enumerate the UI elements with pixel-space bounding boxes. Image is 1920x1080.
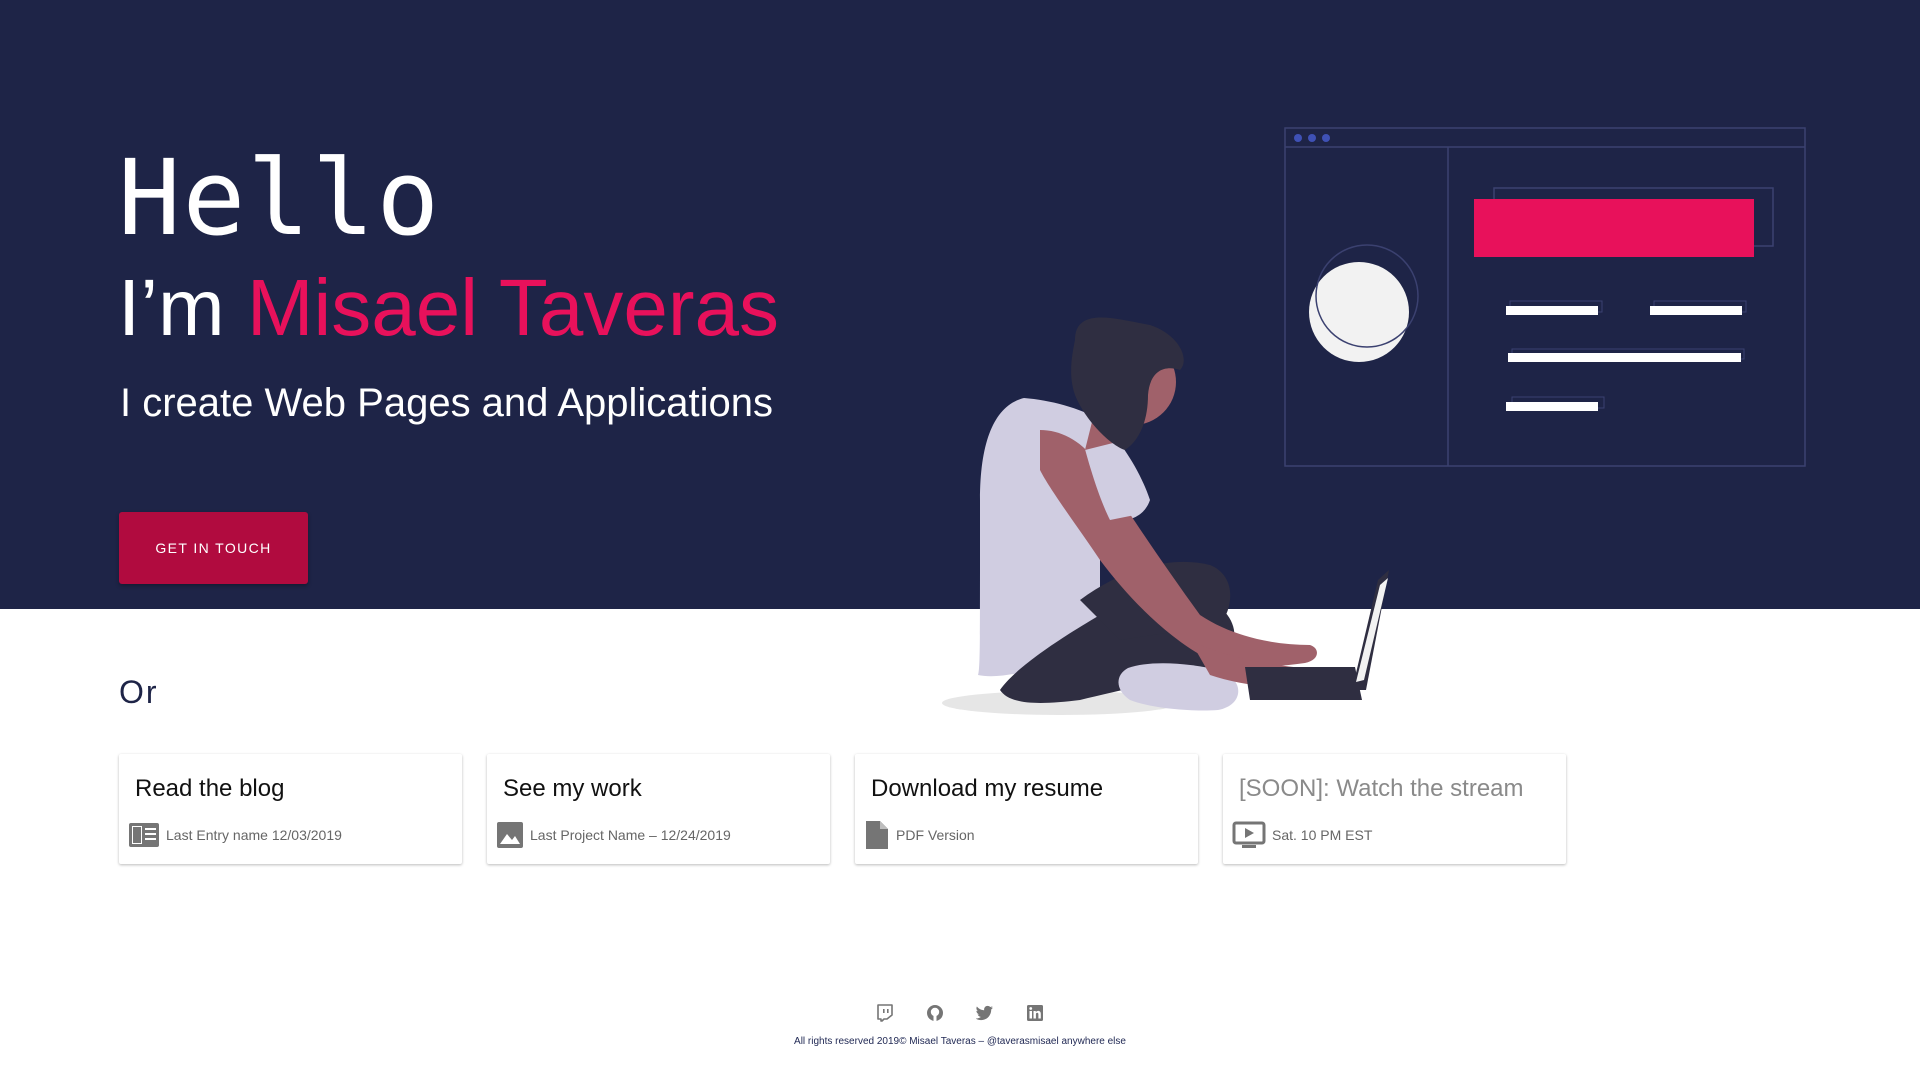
card-meta-text: Sat. 10 PM EST: [1272, 827, 1373, 843]
document-icon: [864, 820, 890, 850]
card-meta: Last Project Name – 12/24/2019: [496, 818, 731, 852]
card-title: See my work: [503, 775, 642, 802]
card-title: Download my resume: [871, 775, 1104, 802]
footer-copyright: All rights reserved 2019© Misael Taveras…: [794, 1036, 1126, 1047]
github-icon[interactable]: [925, 1003, 945, 1023]
read-blog-card[interactable]: Read the blog Last Entry name 12/03/2019: [119, 754, 462, 864]
card-meta-text: Last Project Name – 12/24/2019: [530, 827, 731, 843]
hero-greeting: Hello: [118, 137, 442, 259]
card-title: Read the blog: [135, 775, 285, 802]
see-work-card[interactable]: See my work Last Project Name – 12/24/20…: [487, 754, 830, 864]
live-tv-icon: [1232, 821, 1266, 849]
card-meta-text: PDF Version: [896, 827, 975, 843]
get-in-touch-button[interactable]: GET IN TOUCH: [119, 512, 308, 584]
hero-intro: I’m Misael Taveras: [118, 258, 779, 358]
or-label: Or: [119, 674, 159, 710]
landing-page: Hello I’m Misael Taveras I create Web Pa…: [0, 0, 1920, 1080]
image-icon: [496, 821, 524, 849]
hero-name: Misael Taveras: [246, 263, 779, 352]
hero-intro-prefix: I’m: [118, 263, 247, 352]
card-title: [SOON]: Watch the stream: [1239, 775, 1524, 802]
card-meta-text: Last Entry name 12/03/2019: [166, 827, 342, 843]
newspaper-icon: [128, 822, 160, 848]
download-resume-card[interactable]: Download my resume PDF Version: [855, 754, 1198, 864]
linkedin-icon[interactable]: [1025, 1003, 1045, 1023]
card-meta: Sat. 10 PM EST: [1232, 818, 1372, 852]
get-in-touch-label: GET IN TOUCH: [155, 540, 272, 556]
footer-social-links: [0, 1003, 1920, 1023]
twitter-icon[interactable]: [975, 1003, 995, 1023]
card-meta: PDF Version: [864, 818, 975, 852]
hero-tagline: I create Web Pages and Applications: [120, 381, 774, 425]
card-meta: Last Entry name 12/03/2019: [128, 818, 342, 852]
watch-stream-card[interactable]: [SOON]: Watch the stream Sat. 10 PM EST: [1223, 754, 1566, 864]
twitch-icon[interactable]: [875, 1003, 895, 1023]
